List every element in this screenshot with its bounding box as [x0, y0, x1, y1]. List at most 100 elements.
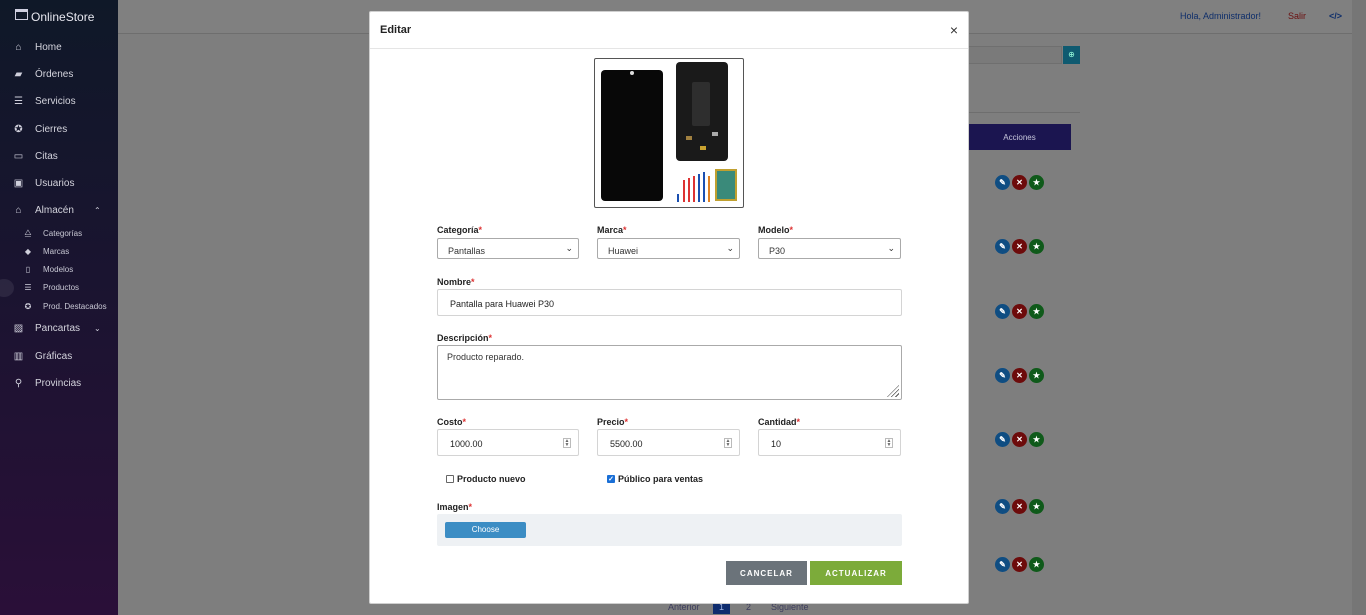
sidebar-item-label: Gráficas: [35, 350, 73, 362]
sidebar-item-label: Cierres: [35, 123, 68, 135]
repair-pad-image: [715, 169, 737, 201]
sidebar-item-citas[interactable]: ▭ Citas: [0, 143, 118, 170]
costo-input[interactable]: 1000.00 ▲ ▼: [437, 429, 579, 456]
number-stepper[interactable]: ▲ ▼: [563, 438, 571, 448]
sidebar-item-graficas[interactable]: ▥ Gráficas: [0, 342, 118, 369]
sidebar-item-pancartas[interactable]: ▨ Pancartas ⌄: [0, 315, 118, 342]
sidebar-item-label: Productos: [43, 283, 80, 293]
cancel-button[interactable]: CANCELAR: [726, 561, 807, 585]
close-icon[interactable]: ×: [950, 23, 958, 37]
sidebar-item-label: Prod. Destacados: [43, 301, 107, 311]
sidebar-item-servicios[interactable]: ☰ Servicios: [0, 88, 118, 115]
divider: [968, 112, 1080, 113]
sidebar-subitem-destacados[interactable]: ✪ Prod. Destacados: [0, 297, 118, 315]
file-input-area[interactable]: Choose: [437, 514, 902, 546]
chevron-down-icon: ⌄: [565, 243, 573, 253]
search-input[interactable]: [968, 46, 1062, 64]
delete-icon[interactable]: ✕: [1012, 557, 1027, 572]
producto-nuevo-checkbox[interactable]: Producto nuevo: [446, 474, 526, 484]
mobile-icon: ▯: [25, 265, 31, 275]
logout-link[interactable]: Salir: [1288, 11, 1306, 21]
tag-icon: ◆: [24, 247, 32, 257]
sidebar-item-cierres[interactable]: ✪ Cierres: [0, 116, 118, 143]
star-icon: ✪: [24, 301, 32, 311]
publico-ventas-checkbox[interactable]: ✓ Público para ventas: [607, 474, 703, 484]
resize-handle[interactable]: [887, 385, 899, 397]
nombre-label: Nombre*: [437, 277, 475, 287]
delete-icon[interactable]: ✕: [1012, 175, 1027, 190]
nombre-input[interactable]: Pantalla para Huawei P30: [437, 289, 902, 316]
update-button[interactable]: ACTUALIZAR: [810, 561, 902, 585]
star-icon[interactable]: ★: [1029, 557, 1044, 572]
marca-label: Marca*: [597, 225, 627, 235]
greeting-link[interactable]: Hola, Administrador!: [1180, 11, 1261, 21]
chart-icon: ▥: [13, 350, 24, 362]
sidebar-item-label: Almacén: [35, 205, 74, 217]
edit-icon[interactable]: ✎: [995, 499, 1010, 514]
choose-file-button[interactable]: Choose: [445, 522, 526, 538]
star-icon[interactable]: ★: [1029, 175, 1044, 190]
list-icon: ☰: [14, 96, 23, 108]
search-button[interactable]: ⊕: [1063, 46, 1080, 64]
star-icon[interactable]: ★: [1029, 368, 1044, 383]
sidebar-item-usuarios[interactable]: ▣ Usuarios: [0, 170, 118, 197]
code-icon[interactable]: </>: [1329, 11, 1342, 21]
edit-icon[interactable]: ✎: [995, 432, 1010, 447]
sidebar-subitem-marcas[interactable]: ◆ Marcas: [0, 243, 118, 261]
delete-icon[interactable]: ✕: [1012, 368, 1027, 383]
id-card-icon: ▣: [13, 178, 24, 190]
page-scrollbar[interactable]: [1352, 0, 1366, 615]
row-actions: ✎ ✕ ★: [995, 304, 1044, 319]
modal-header: Editar: [370, 12, 968, 49]
categoria-select[interactable]: Pantallas ⌄: [437, 238, 579, 259]
list-alt-icon: ☰: [24, 283, 32, 293]
delete-icon[interactable]: ✕: [1012, 239, 1027, 254]
descripcion-label: Descripción*: [437, 333, 493, 343]
sidebar-item-label: Servicios: [35, 96, 76, 108]
edit-icon[interactable]: ✎: [995, 304, 1010, 319]
star-icon[interactable]: ★: [1029, 499, 1044, 514]
badge-check-icon: ✪: [14, 123, 23, 135]
sidebar-subitem-categorias[interactable]: ⧋ Categorías: [0, 224, 118, 242]
number-stepper[interactable]: ▲ ▼: [724, 438, 732, 448]
edit-icon[interactable]: ✎: [995, 175, 1010, 190]
imagen-label: Imagen*: [437, 502, 473, 512]
delete-icon[interactable]: ✕: [1012, 499, 1027, 514]
home-icon: ⌂: [15, 42, 22, 54]
row-actions: ✎ ✕ ★: [995, 368, 1044, 383]
checkbox-checked[interactable]: ✓: [607, 475, 615, 483]
chevron-down-icon: ⌄: [94, 324, 101, 334]
edit-icon[interactable]: ✎: [995, 239, 1010, 254]
sidebar-item-almacen[interactable]: ⌂ Almacén ⌃: [0, 197, 118, 224]
tools-image: [673, 168, 713, 202]
star-icon[interactable]: ★: [1029, 432, 1044, 447]
sidebar-item-label: Órdenes: [35, 69, 74, 81]
cantidad-label: Cantidad*: [758, 417, 801, 427]
sidebar-item-home[interactable]: ⌂ Home: [0, 34, 118, 61]
phone-back-image: [676, 62, 728, 161]
marca-select[interactable]: Huawei ⌄: [597, 238, 740, 259]
sidebar-subitem-modelos[interactable]: ▯ Modelos: [0, 261, 118, 279]
delete-icon[interactable]: ✕: [1012, 304, 1027, 319]
sidebar-item-ordenes[interactable]: ▰ Órdenes: [0, 61, 118, 88]
row-actions: ✎ ✕ ★: [995, 557, 1044, 572]
checkbox-unchecked[interactable]: [446, 475, 454, 483]
categoria-label: Categoría*: [437, 225, 483, 235]
edit-icon[interactable]: ✎: [995, 368, 1010, 383]
sidebar-subitem-productos[interactable]: ☰ Productos: [0, 278, 118, 298]
brand-name: OnlineStore: [31, 10, 95, 24]
descripcion-textarea[interactable]: Producto reparado.: [437, 345, 902, 400]
sidebar-item-label: Pancartas: [35, 323, 81, 335]
modelo-select[interactable]: P30 ⌄: [758, 238, 901, 259]
cantidad-input[interactable]: 10 ▲ ▼: [758, 429, 901, 456]
star-icon[interactable]: ★: [1029, 239, 1044, 254]
edit-icon[interactable]: ✎: [995, 557, 1010, 572]
number-stepper[interactable]: ▲ ▼: [885, 438, 893, 448]
sidebar-item-label: Usuarios: [35, 178, 75, 190]
precio-input[interactable]: 5500.00 ▲ ▼: [597, 429, 740, 456]
delete-icon[interactable]: ✕: [1012, 432, 1027, 447]
star-icon[interactable]: ★: [1029, 304, 1044, 319]
sidebar-item-label: Modelos: [43, 265, 74, 275]
brand-logo[interactable]: OnlineStore: [0, 0, 118, 34]
sidebar-item-provincias[interactable]: ⚲ Provincias: [0, 370, 118, 397]
